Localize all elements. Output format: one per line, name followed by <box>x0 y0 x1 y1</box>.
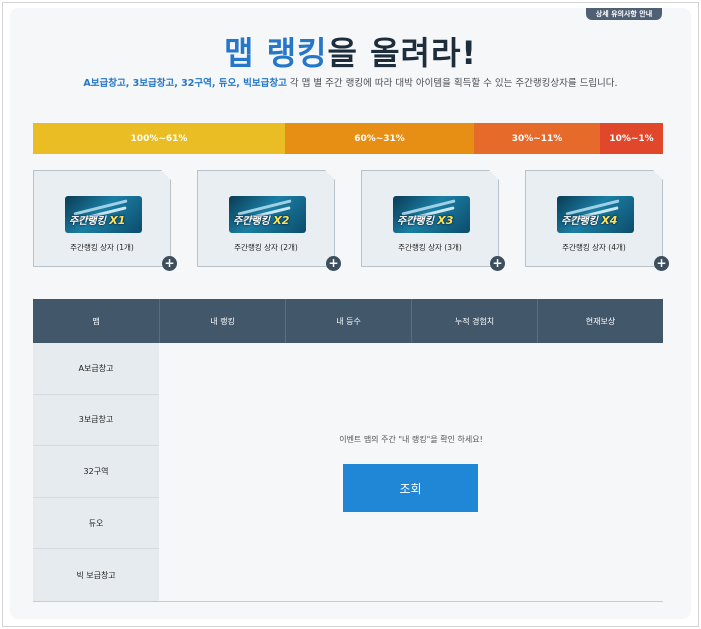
reward-label: 주간랭킹 상자 (1개) <box>70 243 134 252</box>
card-fold <box>161 170 171 180</box>
card-fold <box>653 170 663 180</box>
column-header-reward: 현재보상 <box>537 299 663 343</box>
map-row: 듀오 <box>33 498 159 550</box>
column-header-my-rank: 내 등수 <box>285 299 411 343</box>
reward-card-4: 주간랭킹 X4 주간랭킹 상자 (4개) + <box>525 170 669 271</box>
tier-1: 100%~61% <box>33 123 285 154</box>
item-multiplier: X3 <box>437 214 454 227</box>
map-row: 32구역 <box>33 446 159 498</box>
query-button[interactable]: 조회 <box>343 464 478 512</box>
plus-icon: + <box>326 256 341 271</box>
ranking-table-header: 맵 내 랭킹 내 등수 누적 경험치 현재보상 <box>33 299 663 343</box>
page-subtitle: A보급창고, 3보급창고, 32구역, 듀오, 빅보급창고 각 맵 별 주간 랭… <box>0 75 701 89</box>
reward-label: 주간랭킹 상자 (3개) <box>398 243 462 252</box>
ranking-box-image: 주간랭킹 X2 <box>229 196 306 233</box>
tier-2: 60%~31% <box>285 123 474 154</box>
plus-icon: + <box>162 256 177 271</box>
item-multiplier: X4 <box>601 214 618 227</box>
tier-3: 30%~11% <box>474 123 600 154</box>
item-tag: 주간랭킹 X3 <box>397 212 453 227</box>
card-fold <box>325 170 335 180</box>
column-header-exp: 누적 경험치 <box>411 299 537 343</box>
tier-bar: 100%~61% 60%~31% 30%~11% 10%~1% <box>33 123 663 154</box>
table-divider <box>33 601 663 602</box>
item-tag-text: 주간랭킹 <box>233 216 270 227</box>
reward-card-3: 주간랭킹 X3 주간랭킹 상자 (3개) + <box>361 170 505 271</box>
item-tag-text: 주간랭킹 <box>69 216 106 227</box>
item-tag: 주간랭킹 X2 <box>233 212 289 227</box>
reward-label: 주간랭킹 상자 (2개) <box>234 243 298 252</box>
map-row: 빅 보급창고 <box>76 570 116 580</box>
ranking-box-image: 주간랭킹 X3 <box>393 196 470 233</box>
map-list: A보급창고 3보급창고 32구역 듀오 빅 보급창고 <box>33 343 159 601</box>
title-rest: 을 올려라! <box>327 34 477 72</box>
item-multiplier: X1 <box>109 214 126 227</box>
item-multiplier: X2 <box>273 214 290 227</box>
ranking-box-image: 주간랭킹 X1 <box>65 196 142 233</box>
subtitle-text: 각 맵 별 주간 랭킹에 따라 대박 아이템을 획득할 수 있는 주간랭킹상자를… <box>286 78 618 89</box>
item-tag: 주간랭킹 X4 <box>561 212 617 227</box>
subtitle-maps: A보급창고, 3보급창고, 32구역, 듀오, 빅보급창고 <box>83 78 287 89</box>
reward-card-1: 주간랭킹 X1 주간랭킹 상자 (1개) + <box>33 170 177 271</box>
item-tag-text: 주간랭킹 <box>397 216 434 227</box>
map-row: 3보급창고 <box>33 395 159 447</box>
item-tag: 주간랭킹 X1 <box>69 212 125 227</box>
title-highlight: 맵 랭킹 <box>224 34 328 72</box>
notice-tab[interactable]: 상세 유의사항 안내 <box>586 8 662 20</box>
ranking-message: 이벤트 맵의 주간 "내 랭킹"을 확인 하세요! <box>339 435 483 444</box>
item-tag-text: 주간랭킹 <box>561 216 598 227</box>
column-header-map: 맵 <box>92 316 100 326</box>
plus-icon: + <box>490 256 505 271</box>
tier-4: 10%~1% <box>600 123 663 154</box>
card-fold <box>489 170 499 180</box>
page-title: 맵 랭킹을 올려라! <box>0 28 701 74</box>
plus-icon: + <box>654 256 669 271</box>
reward-card-2: 주간랭킹 X2 주간랭킹 상자 (2개) + <box>197 170 341 271</box>
reward-label: 주간랭킹 상자 (4개) <box>562 243 626 252</box>
map-row: A보급창고 <box>33 343 159 395</box>
column-header-my-ranking: 내 랭킹 <box>159 299 285 343</box>
ranking-box-image: 주간랭킹 X4 <box>557 196 634 233</box>
